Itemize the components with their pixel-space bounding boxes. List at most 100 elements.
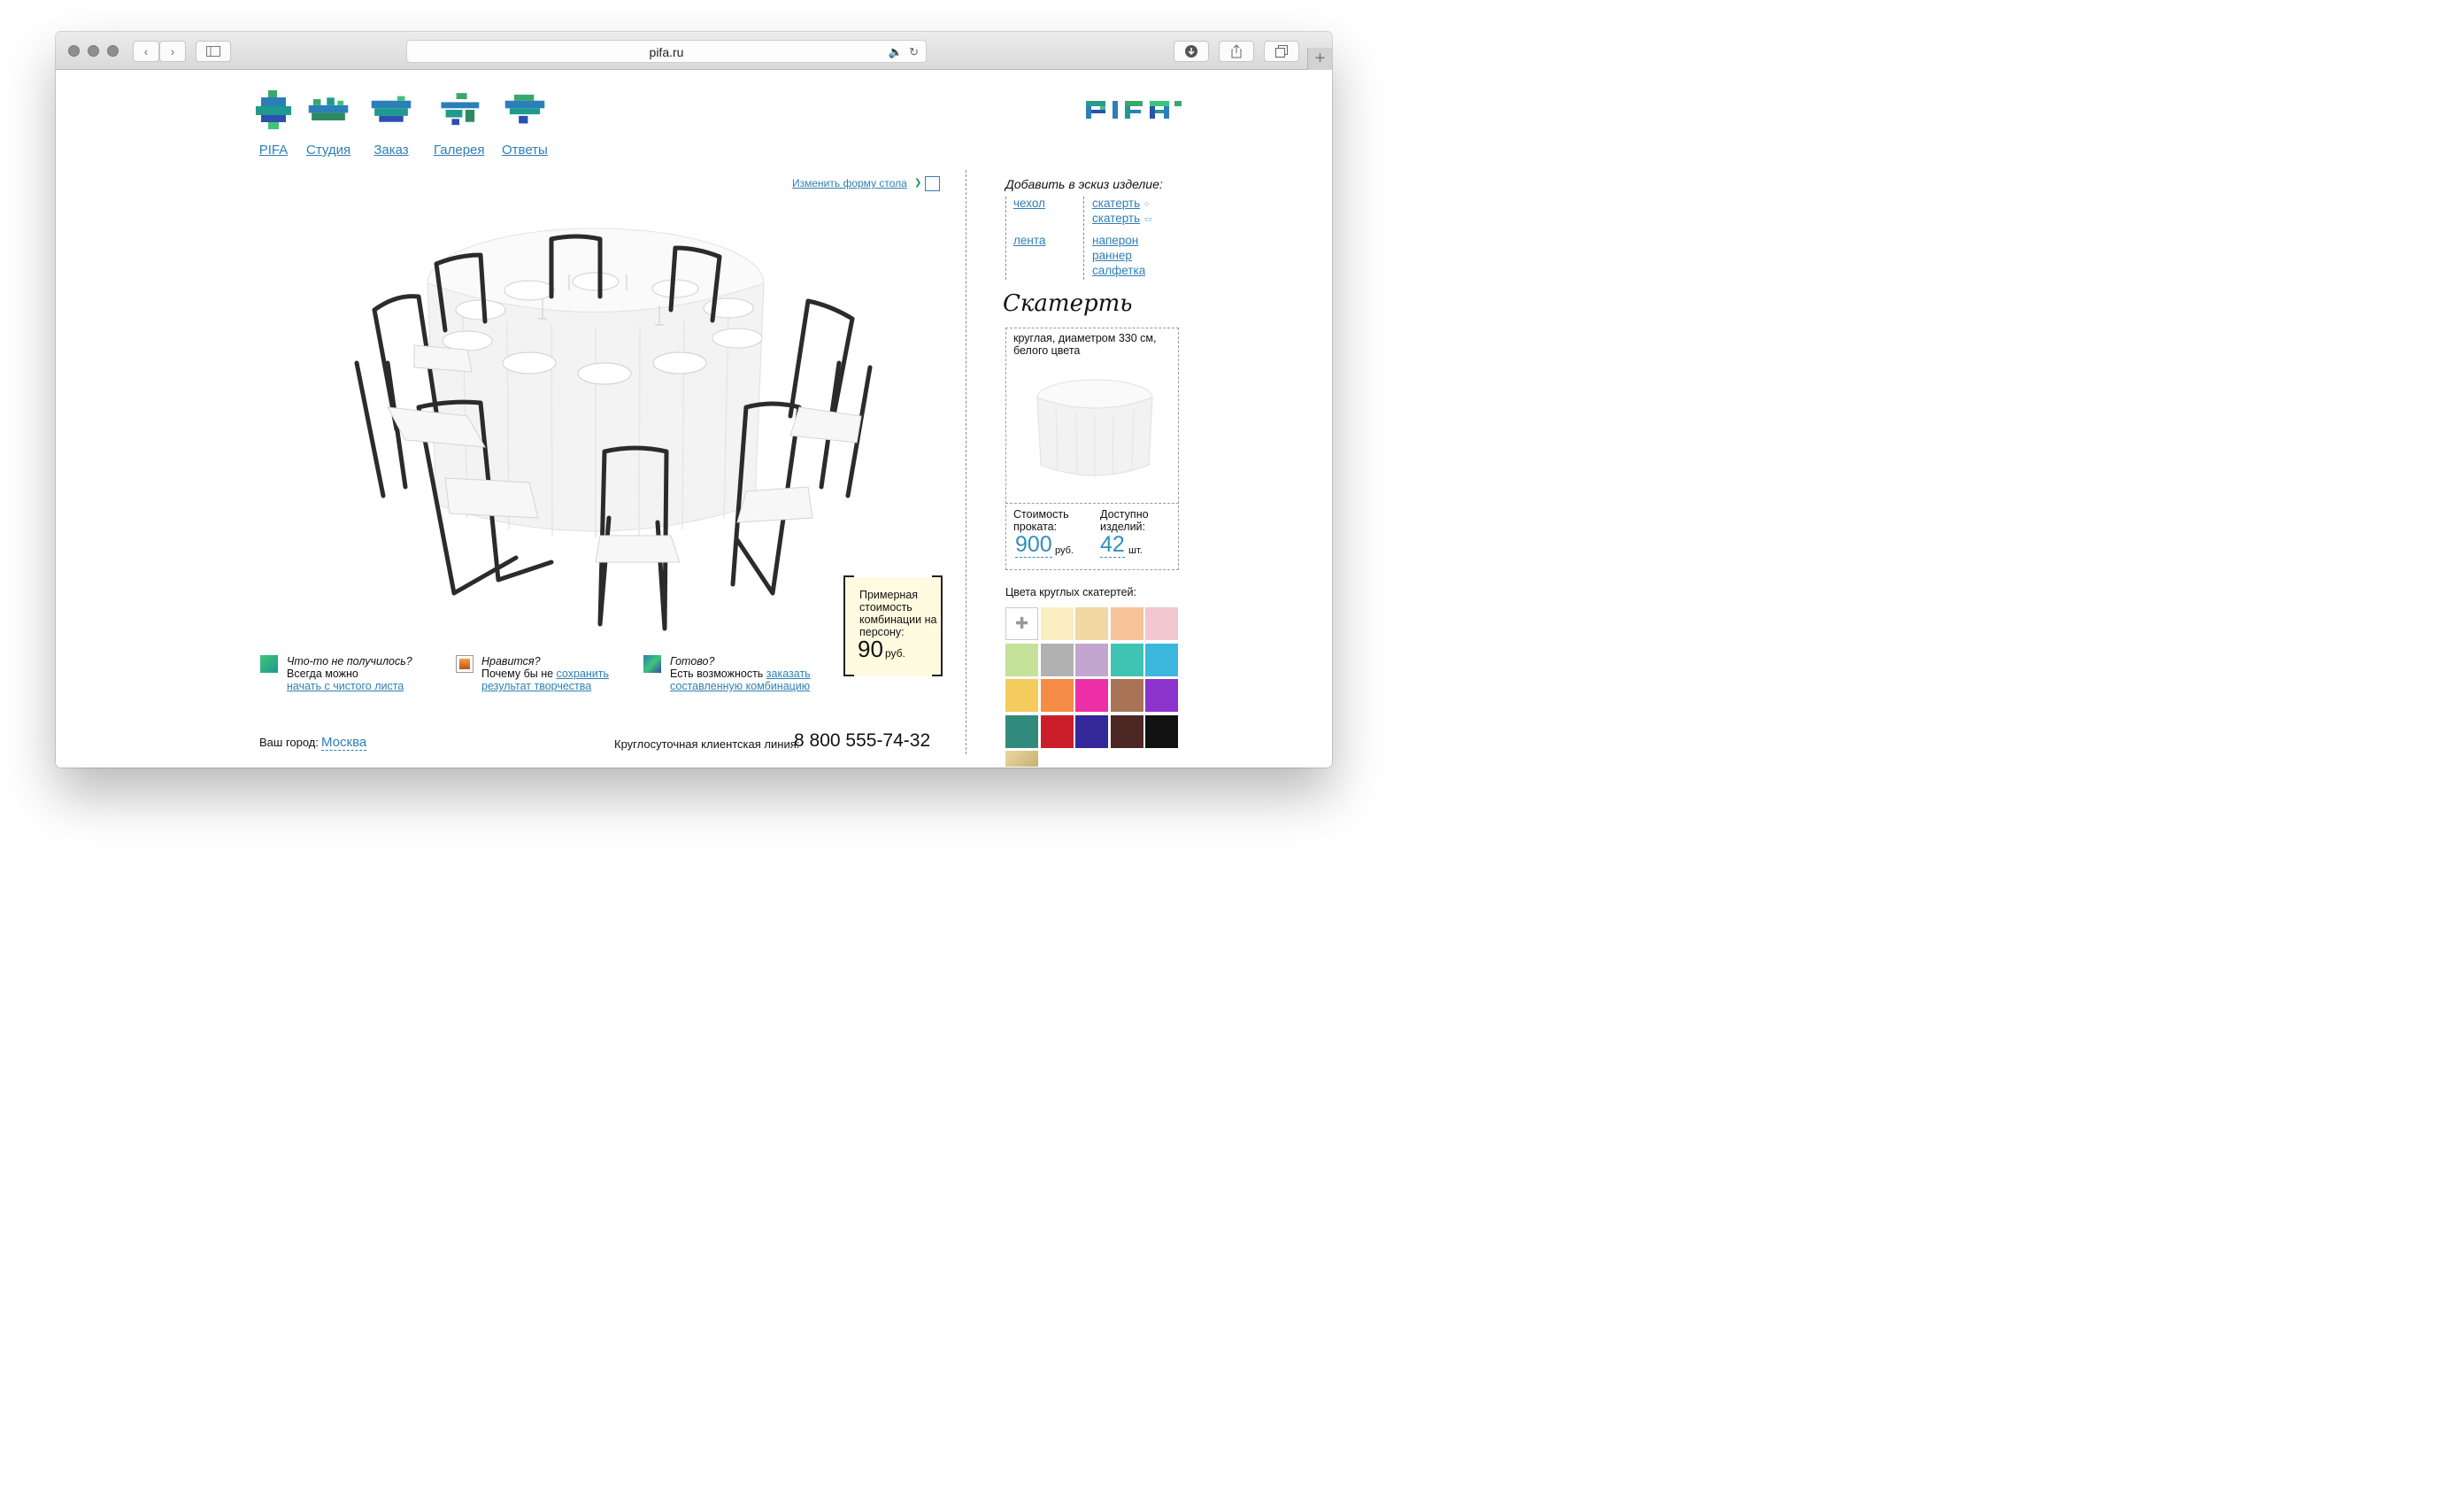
nav-item-order[interactable]: Заказ xyxy=(370,89,412,158)
color-swatch[interactable] xyxy=(1145,714,1178,748)
zoom-window-button[interactable] xyxy=(107,45,119,57)
color-swatch[interactable] xyxy=(1145,679,1178,712)
panel-mid-dash xyxy=(1083,197,1084,280)
browser-window: ‹ › pifa.ru 🔈 ↻ + PIFA Студия Заказ Гале… xyxy=(56,32,1332,768)
color-swatch[interactable] xyxy=(1005,679,1038,712)
tabs-overview-button[interactable] xyxy=(1264,41,1299,62)
start-over-link[interactable]: начать с чистого листа xyxy=(287,680,404,692)
color-swatch[interactable] xyxy=(1040,643,1074,676)
rent-price-value: 900 xyxy=(1015,532,1052,558)
color-swatch[interactable] xyxy=(1005,643,1038,676)
reload-icon[interactable]: ↻ xyxy=(909,41,919,64)
tip-order-text: Есть возможность xyxy=(670,668,764,680)
color-swatch[interactable] xyxy=(1145,607,1178,640)
color-swatch[interactable] xyxy=(1005,751,1038,767)
minimize-window-button[interactable] xyxy=(88,45,99,57)
close-window-button[interactable] xyxy=(68,45,80,57)
color-swatch[interactable] xyxy=(1040,679,1074,712)
browser-toolbar: ‹ › pifa.ru 🔈 ↻ + xyxy=(56,32,1332,70)
add-naperon-link[interactable]: наперон xyxy=(1092,234,1138,247)
panel-left-dash xyxy=(1005,197,1006,280)
save-link[interactable]: сохранить xyxy=(557,668,609,680)
table-shape-square-button[interactable] xyxy=(925,176,940,191)
add-cover-link[interactable]: чехол xyxy=(1013,197,1045,210)
nav-item-pifa[interactable]: PIFA xyxy=(252,89,295,158)
pifa-logo[interactable] xyxy=(1086,97,1185,122)
url-text: pifa.ru xyxy=(649,45,684,59)
tip-reset: Что-то не получилось? Всегда можно начат… xyxy=(287,655,412,692)
tip-save: Нравится? Почему бы не сохранить результ… xyxy=(481,655,609,692)
tip-save-text: Почему бы не xyxy=(481,668,554,680)
back-button[interactable]: ‹ xyxy=(133,41,159,62)
nav-label-studio: Студия xyxy=(306,143,351,158)
rent-price-label: Стоимость проката: xyxy=(1013,508,1069,533)
colors-title: Цвета круглых скатертей: xyxy=(1005,586,1136,598)
circle-shape-icon: ○ xyxy=(1144,199,1150,208)
order-link[interactable]: заказать xyxy=(766,668,811,680)
add-round-tablecloth-link[interactable]: скатерть xyxy=(1092,197,1140,210)
tabs-icon xyxy=(1275,45,1288,58)
forward-button[interactable]: › xyxy=(159,41,186,62)
product-description: круглая, диаметром 330 см, белого цвета xyxy=(1013,332,1157,357)
answers-nav-icon xyxy=(504,94,545,124)
city-selector[interactable]: Москва xyxy=(321,735,367,751)
sidebar-button[interactable] xyxy=(196,41,231,62)
save-icon xyxy=(456,655,474,673)
add-runner-link[interactable]: раннер xyxy=(1092,249,1132,262)
tip-order-title: Готово? xyxy=(670,655,715,668)
color-swatch[interactable] xyxy=(1110,607,1143,640)
price-unit: руб. xyxy=(885,647,905,660)
nav-item-answers[interactable]: Ответы xyxy=(502,89,548,158)
new-tab-button[interactable]: + xyxy=(1307,48,1332,70)
audio-icon[interactable]: 🔈 xyxy=(889,41,903,64)
address-bar[interactable]: pifa.ru 🔈 ↻ xyxy=(406,40,927,63)
color-swatch[interactable] xyxy=(1005,714,1038,748)
tip-order: Готово? Есть возможность заказать состав… xyxy=(670,655,811,692)
price-value: 90 xyxy=(858,636,883,662)
color-swatch[interactable] xyxy=(1040,607,1074,640)
sidebar-icon xyxy=(206,46,220,57)
city-label: Ваш город: xyxy=(259,736,319,749)
color-swatch[interactable] xyxy=(1110,643,1143,676)
add-color-button[interactable]: ✚ xyxy=(1005,607,1038,640)
color-swatch[interactable] xyxy=(1040,714,1074,748)
add-ribbon-link[interactable]: лента xyxy=(1013,234,1045,247)
tip-reset-text: Всегда можно xyxy=(287,668,358,680)
hotline-phone: 8 800 555-74-32 xyxy=(794,730,931,751)
nav-item-studio[interactable]: Студия xyxy=(306,89,350,158)
tip-reset-title: Что-то не получилось? xyxy=(287,655,412,668)
rent-price-unit: руб. xyxy=(1055,545,1074,556)
chevron-right-icon: › xyxy=(170,44,175,58)
rectangle-shape-icon: ▭ xyxy=(1144,214,1152,223)
nav-label-order: Заказ xyxy=(373,143,409,158)
add-napkin-link[interactable]: салфетка xyxy=(1092,264,1145,277)
studio-nav-icon xyxy=(308,97,349,120)
save-result-link[interactable]: результат творчества xyxy=(481,680,591,692)
available-unit: шт. xyxy=(1128,545,1143,556)
nav-label-pifa: PIFA xyxy=(258,143,289,158)
color-swatch[interactable] xyxy=(1075,643,1108,676)
color-swatch[interactable] xyxy=(1145,643,1178,676)
order-combination-link[interactable]: составленную комбинацию xyxy=(670,680,810,692)
add-rect-tablecloth-link[interactable]: скатерть xyxy=(1092,212,1140,225)
page-content: PIFA Студия Заказ Галерея Ответы Изменит… xyxy=(56,71,1332,768)
order-icon xyxy=(643,655,661,673)
color-swatch[interactable] xyxy=(1075,607,1108,640)
tip-save-title: Нравится? xyxy=(481,655,541,668)
available-label: Доступно изделий: xyxy=(1100,508,1149,533)
download-button[interactable] xyxy=(1174,41,1209,62)
nav-item-gallery[interactable]: Галерея xyxy=(434,89,485,158)
price-caption: Примерная стоимость комбинации на персон… xyxy=(859,589,937,638)
color-swatch[interactable] xyxy=(1075,679,1108,712)
download-icon xyxy=(1185,45,1197,58)
order-nav-icon xyxy=(371,96,412,122)
tablecloth-preview-image xyxy=(1036,379,1153,477)
hotline-label: Круглосуточная клиентская линия: xyxy=(614,737,800,751)
pifa-nav-icon xyxy=(256,90,291,129)
color-swatch[interactable] xyxy=(1110,679,1143,712)
color-swatch[interactable] xyxy=(1075,714,1108,748)
share-button[interactable] xyxy=(1219,41,1254,62)
nav-label-answers: Ответы xyxy=(502,143,548,158)
color-swatch[interactable] xyxy=(1110,714,1143,748)
nav-label-gallery: Галерея xyxy=(434,143,485,158)
